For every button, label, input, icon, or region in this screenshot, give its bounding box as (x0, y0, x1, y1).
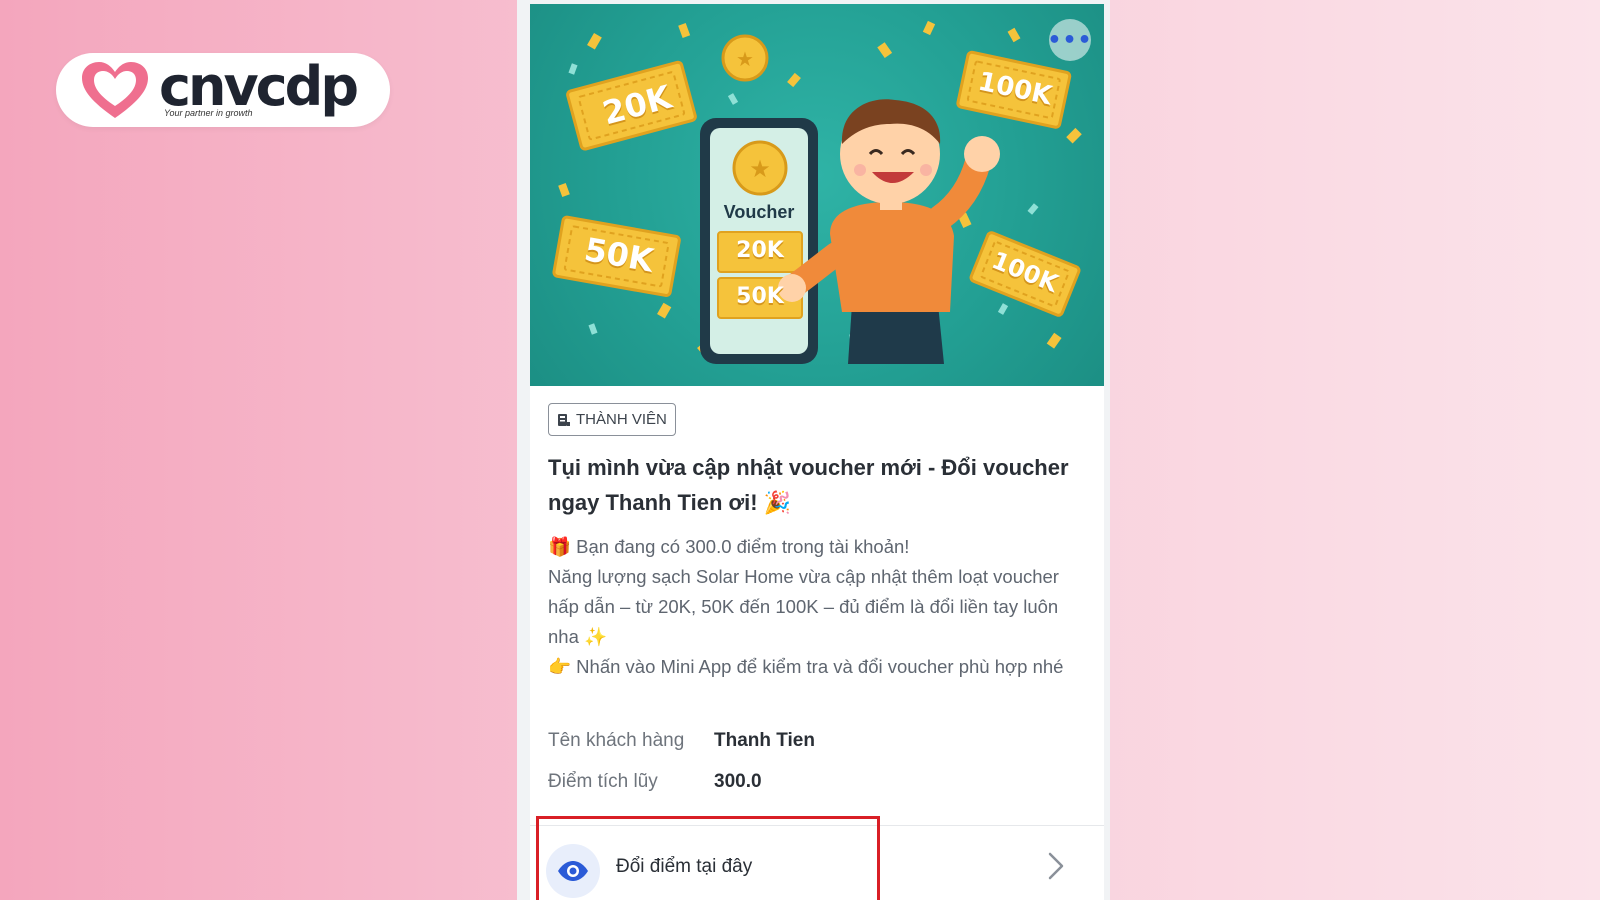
phone-ticket-label: 20K (736, 238, 784, 263)
info-label: Tên khách hàng (548, 730, 685, 751)
info-value: Thanh Tien (714, 730, 815, 751)
voucher-illustration: ★ ★ (552, 20, 1082, 364)
svg-text:★: ★ (736, 47, 754, 71)
phone-voucher-title: Voucher (723, 202, 795, 222)
points-row: Điểm tích lũy 300.0 (548, 767, 1088, 797)
mini-app-card: ★ ★ 20K 50K 100K 100K Voucher 20K 50K ••… (517, 0, 1110, 900)
message-card: ★ ★ 20K 50K 100K 100K Voucher 20K 50K ••… (530, 4, 1104, 900)
body-line: Năng lượng sạch Solar Home vừa cập nhật … (548, 566, 1059, 647)
info-label: Điểm tích lũy (548, 771, 658, 792)
info-value: 300.0 (714, 771, 762, 792)
body-line: 🎁 Bạn đang có 300.0 điểm trong tài khoản… (548, 536, 910, 557)
message-title: Tụi mình vừa cập nhật voucher mới - Đổi … (548, 455, 1069, 515)
svg-text:★: ★ (749, 155, 771, 183)
logo-tagline: Your partner in growth (164, 108, 253, 118)
phone-ticket-label: 50K (736, 284, 784, 309)
chevron-right-icon (1048, 852, 1064, 880)
voucher-banner-image: ★ ★ 20K 50K 100K 100K Voucher 20K 50K ••… (530, 4, 1104, 386)
message-body: 🎁 Bạn đang có 300.0 điểm trong tài khoản… (548, 532, 1088, 682)
badge-label: THÀNH VIÊN (576, 411, 667, 428)
more-options-button[interactable]: ••• (1047, 19, 1093, 61)
heart-logo-icon (82, 62, 148, 118)
highlight-box (536, 816, 880, 900)
member-card-icon (558, 413, 570, 426)
more-dots-icon: ••• (1047, 27, 1093, 53)
member-badge: THÀNH VIÊN (548, 403, 676, 436)
body-line: 👉 Nhấn vào Mini App để kiểm tra và đổi v… (548, 656, 1064, 677)
cnvcdp-logo: cnvcdp Your partner in growth (56, 53, 390, 127)
customer-name-row: Tên khách hàng Thanh Tien (548, 726, 1088, 756)
